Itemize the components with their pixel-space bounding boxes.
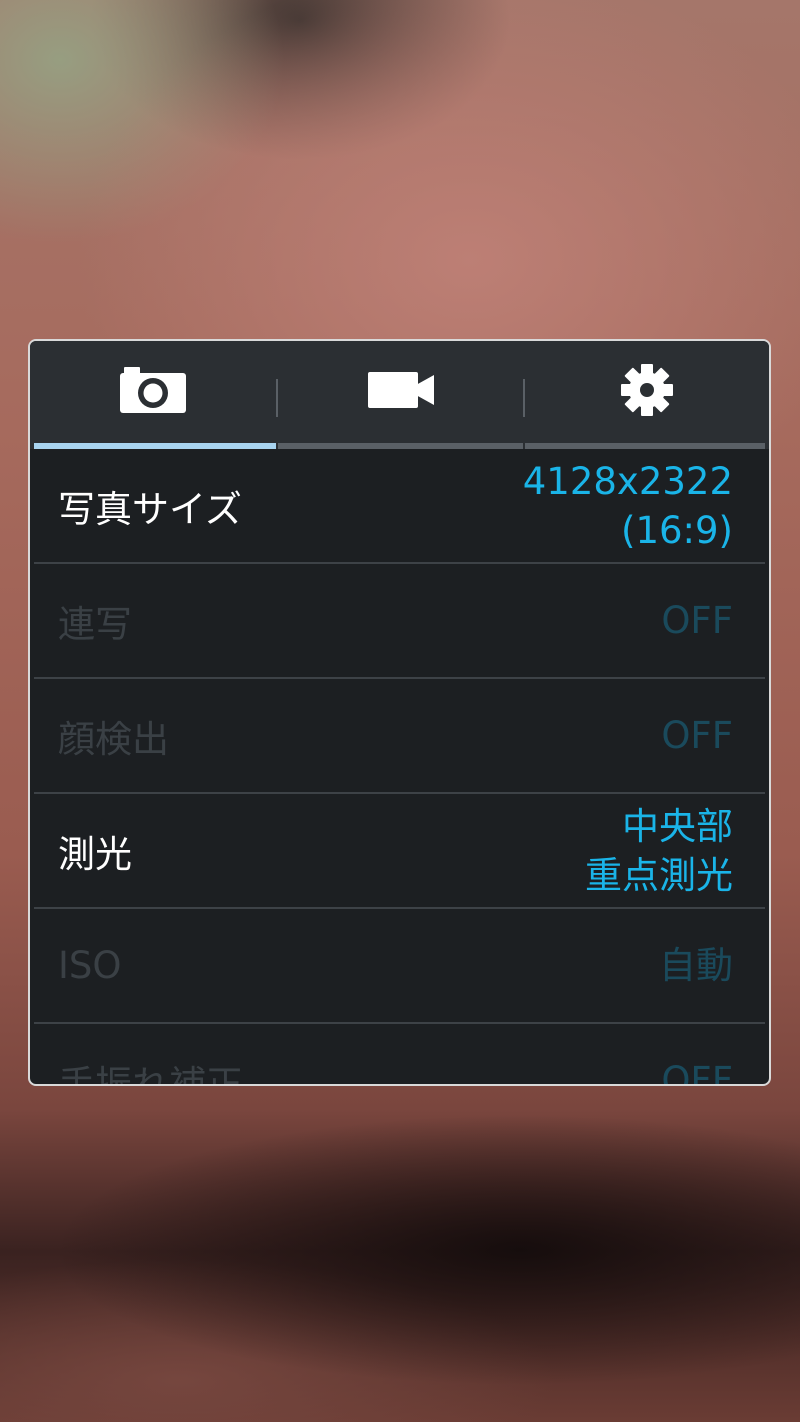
setting-row-burst[interactable]: 連写 OFF <box>34 564 765 679</box>
setting-row-picture-size[interactable]: 写真サイズ 4128x2322 (16:9) <box>34 449 765 564</box>
setting-value-line1: 自動 <box>659 944 733 987</box>
tab-settings[interactable] <box>525 341 769 449</box>
setting-value: 4128x2322 (16:9) <box>523 449 733 562</box>
setting-value: 中央部 重点測光 <box>585 794 733 907</box>
setting-label: 顔検出 <box>58 717 169 761</box>
setting-value-line1: 中央部 <box>622 804 733 848</box>
setting-value-line2: (16:9) <box>621 508 733 552</box>
camera-icon <box>120 367 186 417</box>
setting-value: OFF <box>661 1024 733 1086</box>
setting-label: 測光 <box>58 832 132 876</box>
setting-value-line1: 4128x2322 <box>522 459 733 503</box>
tab-video[interactable] <box>278 341 523 449</box>
setting-value-line1: OFF <box>661 714 733 757</box>
setting-value-line1: OFF <box>661 1059 733 1086</box>
setting-row-stabilization[interactable]: 手振れ補正 OFF <box>34 1024 765 1086</box>
camera-settings-panel: 写真サイズ 4128x2322 (16:9) 連写 OFF 顔検出 OFF 測光… <box>28 339 771 1086</box>
setting-value: OFF <box>661 564 733 677</box>
settings-list: 写真サイズ 4128x2322 (16:9) 連写 OFF 顔検出 OFF 測光… <box>34 449 765 1084</box>
setting-label: ISO <box>58 944 122 987</box>
settings-tab-bar <box>30 341 769 449</box>
setting-value: OFF <box>661 679 733 792</box>
setting-value-line2: 重点測光 <box>585 853 733 897</box>
setting-label: 写真サイズ <box>58 487 242 531</box>
setting-row-iso[interactable]: ISO 自動 <box>34 909 765 1024</box>
video-camera-icon <box>367 372 434 412</box>
setting-label: 連写 <box>58 602 132 646</box>
setting-row-face-detection[interactable]: 顔検出 OFF <box>34 679 765 794</box>
tab-camera[interactable] <box>30 341 276 449</box>
gear-icon <box>620 363 674 421</box>
setting-row-metering[interactable]: 測光 中央部 重点測光 <box>34 794 765 909</box>
setting-label: 手振れ補正 <box>58 1062 243 1086</box>
setting-value: 自動 <box>659 909 733 1022</box>
setting-value-line1: OFF <box>661 599 733 642</box>
